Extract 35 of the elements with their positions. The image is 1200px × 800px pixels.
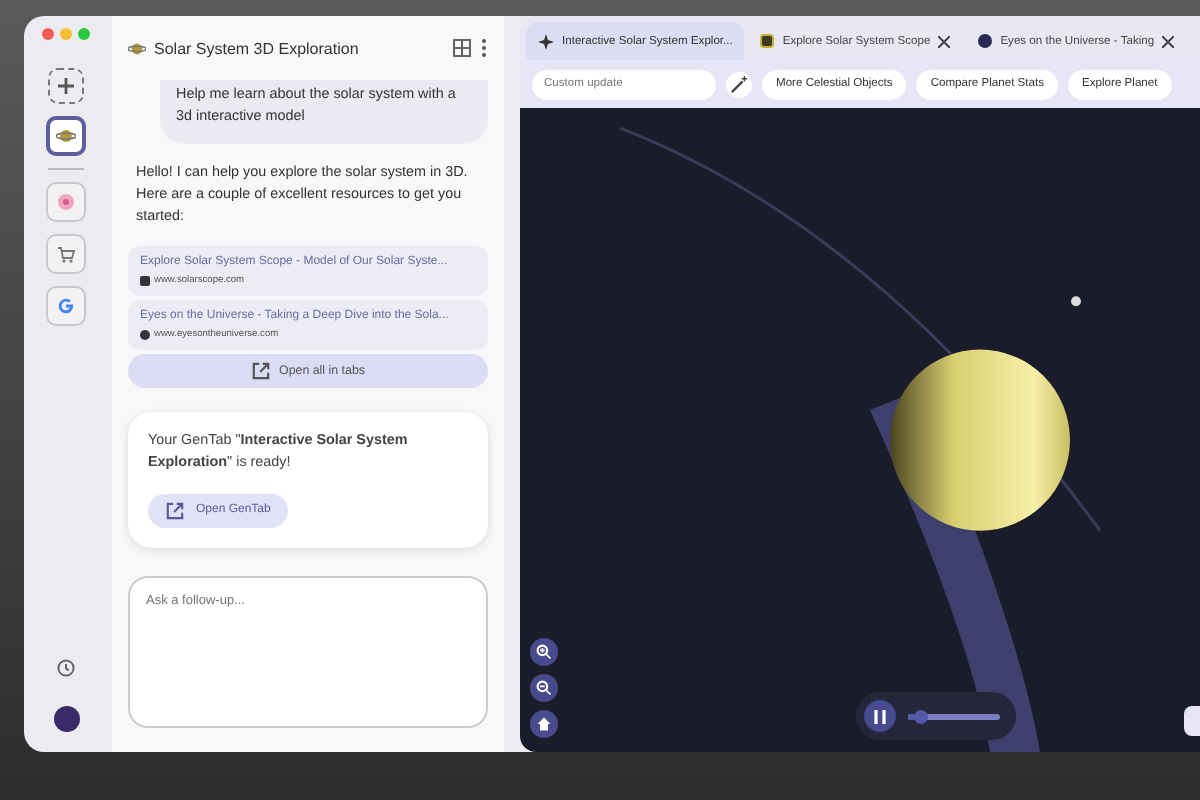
zoom-out-button[interactable]	[530, 674, 558, 702]
solar-system-viewer[interactable]	[520, 108, 1200, 752]
pause-icon	[874, 709, 886, 723]
zoom-out-icon	[536, 680, 552, 696]
moon	[1071, 296, 1081, 307]
home-button[interactable]	[530, 710, 558, 738]
zoom-in-icon	[536, 644, 552, 660]
cart-icon	[56, 244, 76, 264]
external-link-icon	[166, 501, 184, 520]
avatar[interactable]	[53, 706, 79, 732]
close-icon[interactable]	[1162, 35, 1175, 47]
site-favicon-icon	[978, 34, 993, 48]
plus-icon	[56, 76, 76, 96]
chat-title: Solar System 3D Exploration	[154, 39, 361, 57]
zoom-in-button[interactable]	[530, 638, 558, 666]
layout-icon[interactable]	[452, 38, 472, 58]
site-favicon-icon	[760, 34, 775, 48]
tab-group-button[interactable]	[46, 116, 86, 156]
planet-icon	[56, 126, 76, 146]
sparkle-icon	[538, 33, 554, 49]
speed-slider[interactable]	[908, 713, 1000, 719]
flower-icon	[56, 192, 76, 212]
history-icon[interactable]	[56, 658, 76, 678]
tab-group-button[interactable]	[46, 286, 86, 326]
home-icon	[536, 716, 552, 732]
more-icon[interactable]	[480, 38, 488, 58]
close-icon[interactable]	[938, 35, 951, 47]
planet-icon	[128, 39, 146, 57]
magic-wand-button[interactable]	[726, 71, 752, 97]
external-link-icon	[251, 362, 269, 381]
pause-button[interactable]	[864, 700, 896, 732]
wand-icon	[730, 75, 748, 93]
google-logo-icon	[56, 296, 76, 316]
tab-group-button[interactable]	[46, 234, 86, 274]
new-tab-button[interactable]	[48, 68, 84, 104]
